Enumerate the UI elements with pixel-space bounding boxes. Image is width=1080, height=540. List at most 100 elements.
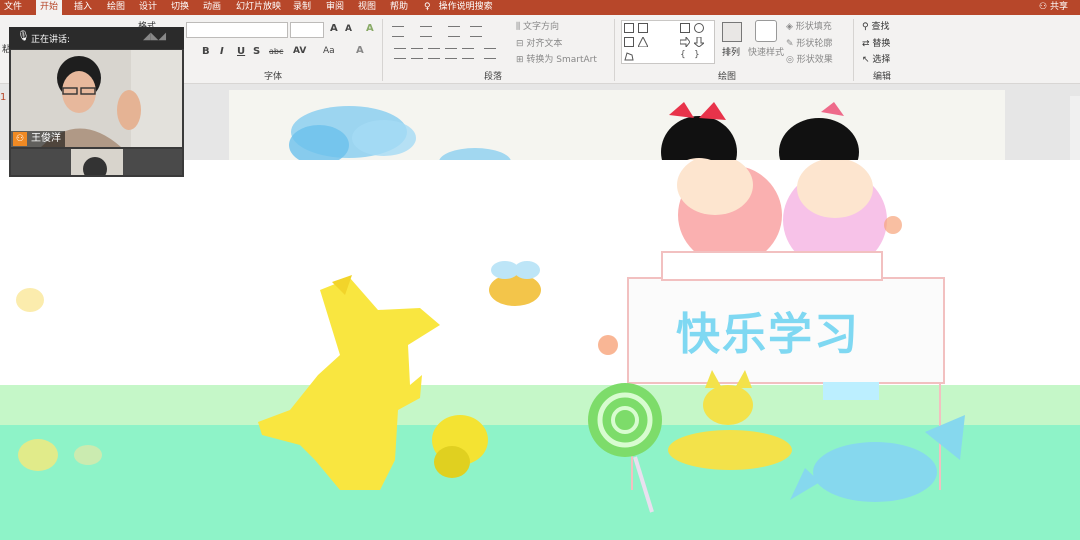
vertical-scrollbar[interactable] bbox=[1070, 96, 1080, 160]
replace-button[interactable]: ⇄ 替换 bbox=[862, 36, 890, 49]
tab-file[interactable]: 文件 bbox=[0, 0, 26, 15]
tell-me-search[interactable]: ♀ 操作说明搜索 bbox=[424, 0, 493, 15]
bold-button[interactable]: B bbox=[202, 46, 210, 57]
participant-video-2[interactable] bbox=[11, 149, 182, 175]
microphone-icon: 🎙 bbox=[14, 233, 27, 244]
find-button[interactable]: ⚲ 查找 bbox=[862, 19, 889, 32]
bullets-icon[interactable] bbox=[392, 26, 404, 37]
rectangle-shape-icon[interactable] bbox=[624, 37, 634, 47]
find-label: 查找 bbox=[871, 22, 890, 32]
arrange-button[interactable]: 排列 bbox=[722, 45, 740, 58]
strikethrough-button[interactable]: abc bbox=[269, 47, 283, 56]
separator bbox=[614, 19, 615, 81]
align-center-icon[interactable] bbox=[411, 48, 423, 59]
brace-right-shape-icon[interactable]: } bbox=[694, 51, 704, 61]
grow-font-button[interactable]: A bbox=[330, 23, 338, 34]
tab-home[interactable]: 开始 bbox=[36, 0, 63, 15]
columns-icon[interactable] bbox=[484, 48, 496, 59]
vertical-textbox-shape-icon[interactable] bbox=[638, 23, 648, 33]
tell-me-label: 操作说明搜索 bbox=[438, 2, 493, 12]
tab-slideshow[interactable]: 幻灯片放映 bbox=[232, 0, 285, 15]
tab-view[interactable]: 视图 bbox=[354, 0, 380, 15]
font-color-button[interactable]: A bbox=[356, 45, 364, 56]
numbering-icon[interactable] bbox=[420, 26, 432, 37]
replace-label: 替换 bbox=[872, 39, 891, 49]
ribbon-tab-bar: 文件 开始 插入 绘图 设计 切换 动画 幻灯片放映 录制 审阅 视图 帮助 ♀… bbox=[0, 0, 1080, 15]
triangle-shape-icon[interactable] bbox=[637, 35, 649, 48]
brace-shape-icon[interactable]: { bbox=[680, 51, 690, 61]
tab-design[interactable]: 设计 bbox=[135, 0, 161, 15]
person-icon: ⚇ bbox=[1039, 2, 1050, 12]
shape-fill-button[interactable]: ◈ 形状填充 bbox=[786, 19, 832, 32]
decrease-indent-icon[interactable] bbox=[448, 26, 460, 37]
separator bbox=[853, 19, 854, 81]
text-direction-icon: ⫼ bbox=[516, 22, 524, 32]
effects-icon: ◎ bbox=[786, 55, 797, 65]
tab-transitions[interactable]: 切换 bbox=[167, 0, 193, 15]
align-text-button[interactable]: ⊟ 对齐文本 bbox=[516, 36, 562, 49]
arrow-shape-icon[interactable] bbox=[679, 35, 691, 49]
justify-icon[interactable] bbox=[445, 48, 457, 59]
convert-smartart-button[interactable]: ⊞ 转换为 SmartArt bbox=[516, 52, 597, 65]
slide-artwork-lower bbox=[16, 160, 965, 513]
tab-record[interactable]: 录制 bbox=[289, 0, 315, 15]
change-case-button[interactable]: Aa bbox=[323, 46, 335, 56]
italic-button[interactable]: I bbox=[220, 46, 224, 57]
chick-illustration bbox=[432, 415, 488, 478]
lightbulb-icon: ♀ bbox=[424, 2, 431, 12]
align-right-icon[interactable] bbox=[428, 48, 440, 59]
shape-effects-label: 形状效果 bbox=[796, 55, 833, 65]
underline-button[interactable]: U bbox=[237, 46, 245, 57]
host-icon: ⚇ bbox=[13, 132, 27, 146]
slide-thumb-number[interactable]: 1 bbox=[0, 92, 6, 103]
speaking-label: 正在讲话: bbox=[31, 35, 71, 45]
arrange-icon bbox=[722, 22, 742, 42]
text-direction-button[interactable]: ⫼ 文字方向 bbox=[516, 19, 559, 32]
textbox-shape-icon[interactable] bbox=[624, 23, 634, 33]
down-arrow-shape-icon[interactable] bbox=[692, 36, 706, 48]
select-button[interactable]: ↖ 选择 bbox=[862, 52, 890, 65]
increase-indent-icon[interactable] bbox=[470, 26, 482, 37]
tab-review[interactable]: 审阅 bbox=[322, 0, 348, 15]
font-size-combo[interactable] bbox=[290, 22, 324, 38]
shrink-font-button[interactable]: A bbox=[345, 24, 352, 34]
font-name-combo[interactable] bbox=[186, 22, 288, 38]
bee-illustration bbox=[489, 261, 541, 306]
quick-styles-icon bbox=[755, 20, 777, 42]
tab-draw[interactable]: 绘图 bbox=[103, 0, 129, 15]
share-button[interactable]: ⚇ 共享 bbox=[1039, 0, 1068, 15]
drawing-group-label: 绘图 bbox=[718, 72, 737, 82]
char-spacing-button[interactable]: AV bbox=[293, 46, 306, 56]
clear-format-button[interactable]: A bbox=[366, 23, 374, 34]
align-text-icon: ⊟ bbox=[516, 39, 527, 49]
share-label: 共享 bbox=[1049, 2, 1068, 12]
shapes-gallery[interactable]: { } bbox=[621, 20, 715, 64]
paint-bucket-icon: ◈ bbox=[786, 22, 796, 32]
participant-name-2: 王俊洋 bbox=[26, 233, 57, 244]
align-left-icon[interactable] bbox=[394, 48, 406, 59]
distributed-icon[interactable] bbox=[462, 48, 474, 59]
shape-effects-button[interactable]: ◎ 形状效果 bbox=[786, 52, 833, 65]
oval-shape-icon[interactable] bbox=[694, 23, 704, 33]
align-text-label: 对齐文本 bbox=[526, 39, 563, 49]
slide-title[interactable]: 快乐学习 bbox=[676, 298, 860, 362]
smartart-icon: ⊞ bbox=[516, 55, 527, 65]
tab-insert[interactable]: 插入 bbox=[70, 0, 96, 15]
tab-animations[interactable]: 动画 bbox=[199, 0, 225, 15]
participant-name: 王俊洋 bbox=[31, 133, 61, 144]
video-header: 🎙 正在讲话: ◢◣◢ bbox=[9, 27, 184, 49]
replace-icon: ⇄ bbox=[862, 39, 873, 49]
cloud-illustration bbox=[289, 106, 416, 165]
rectangle-shape-icon[interactable] bbox=[680, 23, 690, 33]
video-call-panel: 🎙 正在讲话: ◢◣◢ ⚇ 王俊洋 bbox=[9, 27, 184, 177]
freeform-shape-icon[interactable] bbox=[624, 51, 634, 61]
tab-help[interactable]: 帮助 bbox=[386, 0, 412, 15]
editing-group-label: 编辑 bbox=[873, 72, 892, 82]
participant-name-tag: ⚇ 王俊洋 bbox=[11, 131, 65, 147]
quick-styles-button[interactable]: 快速样式 bbox=[748, 45, 784, 58]
shape-outline-button[interactable]: ✎ 形状轮廓 bbox=[786, 36, 832, 49]
text-shadow-button[interactable]: S bbox=[253, 46, 260, 57]
audio-wave-icon: ◢◣◢ bbox=[143, 31, 167, 42]
microphone-icon: 🎙 bbox=[17, 31, 30, 42]
lollipop-illustration bbox=[588, 383, 662, 513]
